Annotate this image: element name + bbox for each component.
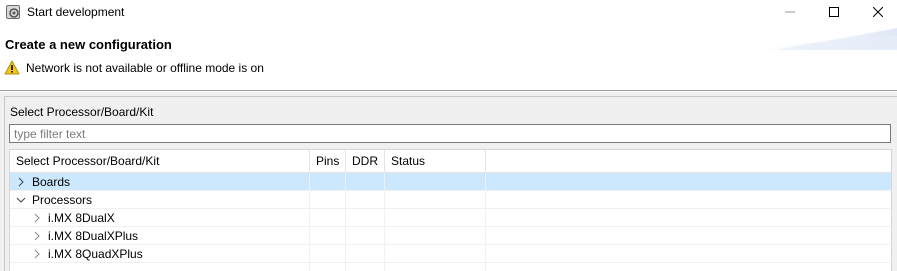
row-cell-status	[385, 263, 486, 271]
row-cell-ddr	[346, 191, 385, 209]
chevron-right-icon[interactable]	[16, 177, 26, 187]
table-header: Select Processor/Board/Kit Pins DDR Stat…	[10, 150, 891, 173]
close-button[interactable]	[856, 0, 897, 24]
row-cell-name: Processors	[10, 191, 310, 209]
row-cell-status	[385, 209, 486, 227]
row-cell-ddr	[346, 209, 385, 227]
row-cell-name: i.MX 8DualXPlus	[10, 227, 310, 245]
tree-row-label: Boards	[32, 175, 71, 189]
chevron-right-icon[interactable]	[32, 231, 42, 241]
tree-row-empty	[10, 263, 891, 271]
window-title: Start development	[27, 5, 125, 19]
wizard-banner: Create a new configuration Network is no…	[0, 24, 897, 90]
chevron-right-icon[interactable]	[32, 213, 42, 223]
filter-input[interactable]	[9, 124, 891, 143]
row-cell-ddr	[346, 173, 385, 191]
minimize-icon	[785, 11, 795, 13]
app-icon	[6, 5, 20, 19]
tree-row-imx8dualx[interactable]: i.MX 8DualX	[10, 209, 891, 227]
column-header-name[interactable]: Select Processor/Board/Kit	[10, 150, 310, 172]
maximize-icon	[829, 7, 839, 17]
warning-message: Network is not available or offline mode…	[26, 61, 264, 75]
tree-row-processors[interactable]: Processors	[10, 191, 891, 209]
minimize-button[interactable]	[768, 0, 812, 24]
row-cell-status	[385, 245, 486, 263]
banner-decoration	[757, 28, 897, 50]
column-header-pins[interactable]: Pins	[310, 150, 346, 172]
tree-row-imx8dualxplus[interactable]: i.MX 8DualXPlus	[10, 227, 891, 245]
row-cell-pins	[310, 263, 346, 271]
row-cell-pins	[310, 191, 346, 209]
page-title: Create a new configuration	[5, 37, 172, 52]
row-cell-name: Boards	[10, 173, 310, 191]
window-titlebar: Start development	[0, 0, 897, 24]
row-cell-ddr	[346, 227, 385, 245]
column-header-status[interactable]: Status	[385, 150, 486, 172]
row-cell-pins	[310, 245, 346, 263]
tree-row-label: i.MX 8DualX	[48, 211, 115, 225]
tree-row-label: i.MX 8QuadXPlus	[48, 247, 143, 261]
row-cell-name: i.MX 8QuadXPlus	[10, 245, 310, 263]
tree-row-imx8quadxplus[interactable]: i.MX 8QuadXPlus	[10, 245, 891, 263]
close-icon	[873, 7, 883, 17]
row-cell-status	[385, 173, 486, 191]
maximize-button[interactable]	[812, 0, 856, 24]
chevron-down-icon[interactable]	[16, 195, 26, 205]
tree-row-label: i.MX 8DualXPlus	[48, 229, 139, 243]
row-cell-pins	[310, 227, 346, 245]
warning-triangle-icon	[4, 60, 20, 75]
selector-label: Select Processor/Board/Kit	[10, 105, 154, 119]
row-cell-pins	[310, 173, 346, 191]
row-cell-name: i.MX 8DualX	[10, 209, 310, 227]
chevron-right-icon[interactable]	[32, 249, 42, 259]
tree-row-boards[interactable]: Boards	[10, 173, 891, 191]
row-cell-status	[385, 227, 486, 245]
tree-row-label: Processors	[32, 193, 93, 207]
row-cell-status	[385, 191, 486, 209]
row-cell-ddr	[346, 245, 385, 263]
row-cell-pins	[310, 209, 346, 227]
row-cell-name	[10, 263, 310, 271]
column-header-ddr[interactable]: DDR	[346, 150, 385, 172]
processor-tree-table: Select Processor/Board/Kit Pins DDR Stat…	[9, 149, 892, 271]
row-cell-ddr	[346, 263, 385, 271]
